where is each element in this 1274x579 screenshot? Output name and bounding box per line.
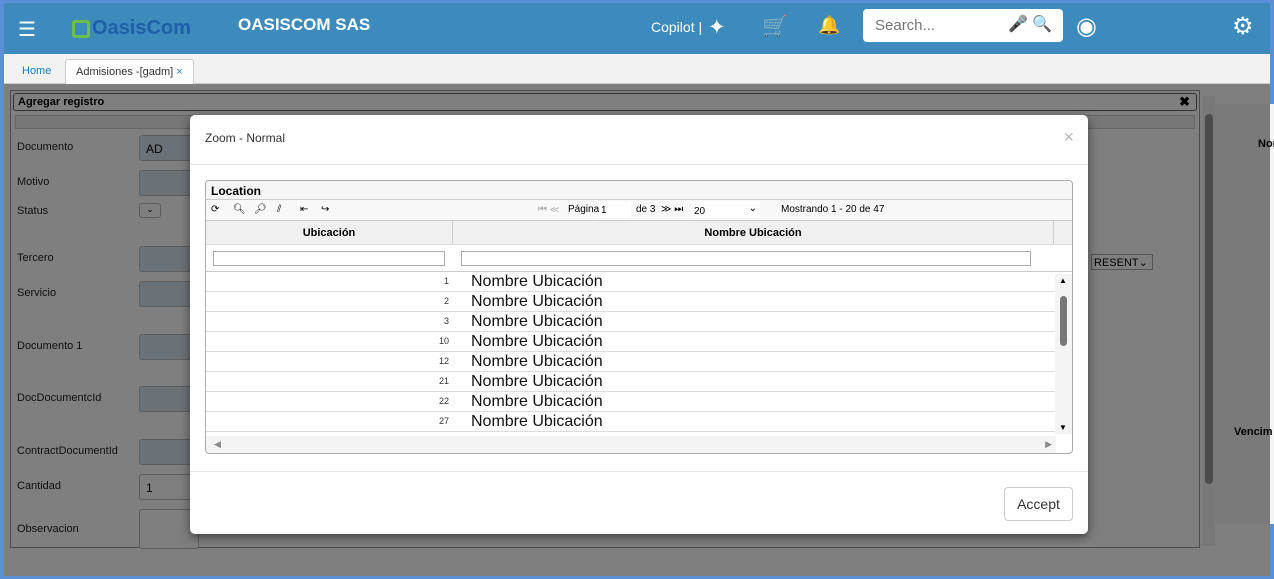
- table-row[interactable]: 10 Nombre Ubicación: [206, 332, 1072, 352]
- ubicacion-cell: 3: [443, 316, 449, 326]
- ubicacion-cell: 1: [443, 276, 449, 286]
- logo[interactable]: OasisCom: [72, 17, 191, 40]
- tab-label: Admisiones -[gadm]: [76, 66, 174, 78]
- ubicacion-cell: 22: [438, 396, 449, 406]
- app-window: ☰ OasisCom OASISCOM SAS Copilot | ✦ 🛒 🔔 …: [4, 3, 1274, 576]
- nombre-ubicacion-cell: Nombre Ubicación: [471, 373, 603, 390]
- close-modal-icon[interactable]: ×: [1063, 127, 1074, 148]
- redo-icon[interactable]: ↪: [321, 204, 329, 215]
- user-avatar-icon[interactable]: ◉: [1076, 12, 1097, 41]
- copilot-icon[interactable]: ✦: [708, 15, 726, 40]
- search-icon[interactable]: 🔍: [1032, 16, 1052, 33]
- nombre-ubicacion-cell: Nombre Ubicación: [471, 273, 603, 290]
- ubicacion-cell: 27: [438, 416, 449, 426]
- page-size-select[interactable]: 20 ⌄: [692, 202, 760, 218]
- microphone-icon[interactable]: 🎤: [1008, 16, 1028, 33]
- copilot-button[interactable]: Copilot |: [651, 19, 702, 35]
- nombre-ubicacion-cell: Nombre Ubicación: [471, 293, 603, 310]
- table-row[interactable]: 21 Nombre Ubicación: [206, 372, 1072, 392]
- grid-horizontal-scrollbar[interactable]: ◀ ▶: [206, 436, 1056, 453]
- records-info: Mostrando 1 - 20 de 47: [781, 204, 885, 215]
- table-row[interactable]: 27 Nombre Ubicación: [206, 412, 1072, 432]
- ubicacion-cell: 2: [443, 296, 449, 306]
- page-count: de 3: [636, 204, 656, 215]
- column-ubicacion[interactable]: Ubicación: [206, 221, 453, 244]
- refresh-icon[interactable]: ⟳: [211, 204, 219, 215]
- table-row[interactable]: 22 Nombre Ubicación: [206, 392, 1072, 412]
- nombre-ubicacion-cell: Nombre Ubicación: [471, 413, 603, 430]
- logo-text: OasisCom: [92, 17, 191, 39]
- page-label: Página: [568, 204, 600, 215]
- location-grid: Location ⟳ 🔍︎ 🔎︎ ⫽ ⇤ ↪ ⏮ ≪ Página de 3 ≫…: [205, 180, 1073, 454]
- nombre-ubicacion-cell: Nombre Ubicación: [471, 333, 603, 350]
- column-nombre-ubicacion[interactable]: Nombre Ubicación: [453, 221, 1054, 244]
- tab-home[interactable]: Home: [12, 59, 61, 85]
- page-size-value: 20: [694, 206, 706, 217]
- clear-filter-icon[interactable]: ⫽: [277, 204, 281, 215]
- ubicacion-cell: 21: [438, 376, 449, 386]
- hamburger-menu-icon[interactable]: ☰: [18, 17, 36, 42]
- next-last-page-icon[interactable]: ≫ ⏭: [661, 204, 683, 215]
- modal-title: Zoom - Normal: [205, 131, 286, 145]
- first-column-icon[interactable]: ⇤: [300, 204, 308, 215]
- table-row[interactable]: 2 Nombre Ubicación: [206, 292, 1072, 312]
- gear-icon[interactable]: ⚙: [1232, 12, 1254, 41]
- search-icon[interactable]: 🔍︎: [233, 204, 246, 215]
- table-row[interactable]: 12 Nombre Ubicación: [206, 352, 1072, 372]
- tab-bar: Home Admisiones -[gadm] ×: [4, 54, 1270, 85]
- grid-caption: Location: [206, 181, 1072, 200]
- zoom-out-icon[interactable]: 🔎︎: [254, 204, 267, 215]
- company-name: OASISCOM SAS: [238, 15, 371, 34]
- grid-vertical-scrollbar[interactable]: ▲ ▼: [1055, 274, 1072, 434]
- ubicacion-cell: 10: [438, 336, 449, 346]
- table-row[interactable]: 3 Nombre Ubicación: [206, 312, 1072, 332]
- ubicacion-cell: 12: [438, 356, 449, 366]
- grid-pager: ⟳ 🔍︎ 🔎︎ ⫽ ⇤ ↪ ⏮ ≪ Página de 3 ≫ ⏭ 20⌄ Mo…: [206, 200, 1072, 221]
- nombre-ubicacion-cell: Nombre Ubicación: [471, 393, 603, 410]
- cart-icon[interactable]: 🛒: [762, 15, 788, 39]
- ubicacion-filter-input[interactable]: [213, 250, 445, 266]
- tab-admisiones[interactable]: Admisiones -[gadm] ×: [65, 59, 194, 85]
- top-bar: ☰ OasisCom OASISCOM SAS Copilot | ✦ 🛒 🔔 …: [4, 3, 1270, 54]
- bell-icon[interactable]: 🔔: [818, 15, 840, 36]
- zoom-modal: Zoom - Normal × Location ⟳ 🔍︎ 🔎︎ ⫽ ⇤ ↪ ⏮ …: [190, 115, 1088, 534]
- nombre-filter-input[interactable]: [461, 250, 1031, 266]
- accept-button[interactable]: Accept: [1004, 487, 1073, 521]
- nombre-ubicacion-cell: Nombre Ubicación: [471, 353, 603, 370]
- page-input[interactable]: [599, 202, 631, 218]
- table-row[interactable]: 1 Nombre Ubicación: [206, 272, 1072, 292]
- close-tab-icon[interactable]: ×: [176, 66, 182, 78]
- first-prev-page-icon[interactable]: ⏮ ≪: [538, 204, 559, 215]
- nombre-ubicacion-cell: Nombre Ubicación: [471, 313, 603, 330]
